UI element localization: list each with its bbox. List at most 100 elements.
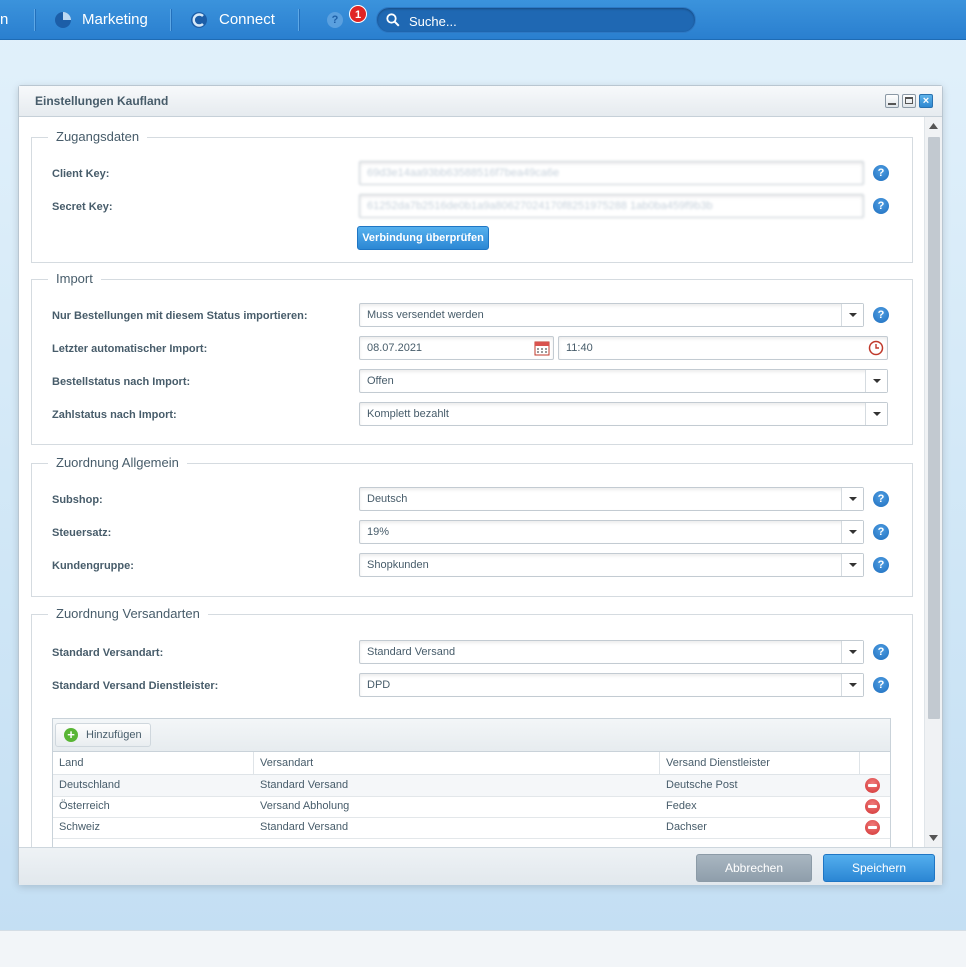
- chevron-down-icon[interactable]: [841, 521, 863, 543]
- legend-zugangsdaten: Zugangsdaten: [48, 129, 148, 144]
- last-import-time-input[interactable]: 11:40: [558, 336, 888, 360]
- payment-status-value: Komplett bezahlt: [367, 408, 449, 420]
- maximize-button[interactable]: [902, 94, 916, 108]
- minimize-button[interactable]: [885, 94, 899, 108]
- grid-toolbar: + Hinzufügen: [53, 719, 890, 752]
- search-icon: [386, 13, 400, 27]
- cancel-button[interactable]: Abbrechen: [696, 854, 812, 882]
- nav-separator: [298, 9, 300, 31]
- window-footer: Abbrechen Speichern: [19, 847, 942, 885]
- column-header-land[interactable]: Land: [53, 752, 254, 774]
- nav-separator: [170, 9, 172, 31]
- last-import-time-value: 11:40: [566, 342, 593, 354]
- default-carrier-select[interactable]: DPD: [359, 673, 864, 697]
- import-status-select[interactable]: Muss versendet werden: [359, 303, 864, 327]
- shipping-grid: + Hinzufügen Land Versandart Versand Die…: [52, 718, 891, 847]
- help-icon[interactable]: ?: [873, 644, 889, 660]
- chevron-down-icon[interactable]: [841, 304, 863, 326]
- bottom-bar: [0, 930, 966, 967]
- default-carrier-value: DPD: [367, 679, 391, 691]
- help-icon[interactable]: ?: [873, 307, 889, 323]
- pie-chart-icon: [55, 12, 71, 28]
- verify-connection-button[interactable]: Verbindung überprüfen: [357, 226, 489, 250]
- label-payment-status: Zahlstatus nach Import:: [52, 409, 177, 421]
- cell-land: Deutschland: [59, 779, 121, 791]
- label-import-status: Nur Bestellungen mit diesem Status impor…: [52, 310, 308, 322]
- import-status-value: Muss versendet werden: [367, 309, 484, 321]
- label-subshop: Subshop:: [52, 494, 103, 506]
- scroll-down-icon[interactable]: [929, 835, 938, 841]
- grid-header: Land Versandart Versand Dienstleister: [53, 752, 890, 775]
- secret-key-input[interactable]: 61252da7b2516de0b1a9a80627024170f8251975…: [359, 194, 864, 218]
- chevron-down-icon[interactable]: [841, 488, 863, 510]
- notification-badge[interactable]: 1: [349, 5, 367, 23]
- help-icon[interactable]: ?: [873, 491, 889, 507]
- subshop-value: Deutsch: [367, 493, 408, 505]
- scroll-up-icon[interactable]: [929, 123, 938, 129]
- label-secret-key: Secret Key:: [52, 201, 113, 213]
- calendar-icon[interactable]: [534, 340, 550, 356]
- fieldset-zuordnung-versandarten: Zuordnung Versandarten Standard Versanda…: [31, 606, 913, 847]
- connect-icon: [191, 12, 207, 28]
- column-header-versandart[interactable]: Versandart: [254, 752, 660, 774]
- chevron-down-icon[interactable]: [841, 554, 863, 576]
- customer-group-select[interactable]: Shopkunden: [359, 553, 864, 577]
- nav-item-marketing[interactable]: Marketing: [82, 0, 148, 40]
- tax-select[interactable]: 19%: [359, 520, 864, 544]
- subshop-select[interactable]: Deutsch: [359, 487, 864, 511]
- top-navigation-bar: n Marketing Connect ? 1: [0, 0, 966, 40]
- scrollbar-thumb[interactable]: [928, 137, 940, 719]
- clock-icon[interactable]: [868, 340, 884, 356]
- fieldset-zugangsdaten: Zugangsdaten Client Key: 69d3e14aa93bb63…: [31, 129, 913, 263]
- help-icon[interactable]: ?: [873, 198, 889, 214]
- nav-item-connect[interactable]: Connect: [219, 0, 275, 40]
- fieldset-zuordnung-allgemein: Zuordnung Allgemein Subshop: Deutsch ? S…: [31, 455, 913, 597]
- client-key-input[interactable]: 69d3e14aa93bb63588516f7bea49ca6e: [359, 161, 864, 185]
- close-button[interactable]: ×: [919, 94, 933, 108]
- table-row[interactable]: Österreich Versand Abholung Fedex: [53, 796, 890, 818]
- nav-item-partial[interactable]: n: [0, 0, 8, 40]
- label-default-carrier: Standard Versand Dienstleister:: [52, 680, 219, 692]
- payment-status-select[interactable]: Komplett bezahlt: [359, 402, 888, 426]
- cell-versandart: Standard Versand: [260, 779, 349, 791]
- help-menu-icon[interactable]: ?: [327, 12, 343, 28]
- table-row[interactable]: Deutschland Standard Versand Deutsche Po…: [53, 775, 890, 797]
- window-header: Einstellungen Kaufland ×: [19, 86, 942, 117]
- chevron-down-icon[interactable]: [865, 403, 887, 425]
- chevron-down-icon[interactable]: [841, 674, 863, 696]
- customer-group-value: Shopkunden: [367, 559, 429, 571]
- legend-import: Import: [48, 271, 101, 286]
- add-button-label: Hinzufügen: [86, 729, 142, 741]
- close-icon: ×: [922, 95, 930, 107]
- cell-dienstleister: Dachser: [666, 821, 707, 833]
- default-shipping-value: Standard Versand: [367, 646, 456, 658]
- search-bar[interactable]: [376, 7, 696, 33]
- chevron-down-icon[interactable]: [865, 370, 887, 392]
- delete-icon[interactable]: [865, 799, 880, 814]
- chevron-down-icon[interactable]: [841, 641, 863, 663]
- save-button[interactable]: Speichern: [823, 854, 935, 882]
- label-customer-group: Kundengruppe:: [52, 560, 134, 572]
- last-import-date-input[interactable]: 08.07.2021: [359, 336, 554, 360]
- order-status-select[interactable]: Offen: [359, 369, 888, 393]
- help-icon[interactable]: ?: [873, 557, 889, 573]
- maximize-icon: [905, 97, 913, 104]
- column-header-dienstleister[interactable]: Versand Dienstleister: [660, 752, 860, 774]
- label-order-status: Bestellstatus nach Import:: [52, 376, 191, 388]
- label-last-import: Letzter automatischer Import:: [52, 343, 208, 355]
- cell-dienstleister: Fedex: [666, 800, 697, 812]
- label-client-key: Client Key:: [52, 168, 110, 180]
- settings-window: Einstellungen Kaufland × Zugangsdaten Cl…: [18, 85, 943, 885]
- help-icon[interactable]: ?: [873, 165, 889, 181]
- table-row[interactable]: Schweiz Standard Versand Dachser: [53, 817, 890, 839]
- delete-icon[interactable]: [865, 778, 880, 793]
- cell-land: Schweiz: [59, 821, 100, 833]
- window-content: Zugangsdaten Client Key: 69d3e14aa93bb63…: [19, 117, 924, 847]
- help-icon[interactable]: ?: [873, 524, 889, 540]
- add-button[interactable]: + Hinzufügen: [55, 723, 151, 747]
- vertical-scrollbar[interactable]: [924, 117, 942, 847]
- default-shipping-select[interactable]: Standard Versand: [359, 640, 864, 664]
- help-icon[interactable]: ?: [873, 677, 889, 693]
- search-input[interactable]: [407, 11, 681, 31]
- delete-icon[interactable]: [865, 820, 880, 835]
